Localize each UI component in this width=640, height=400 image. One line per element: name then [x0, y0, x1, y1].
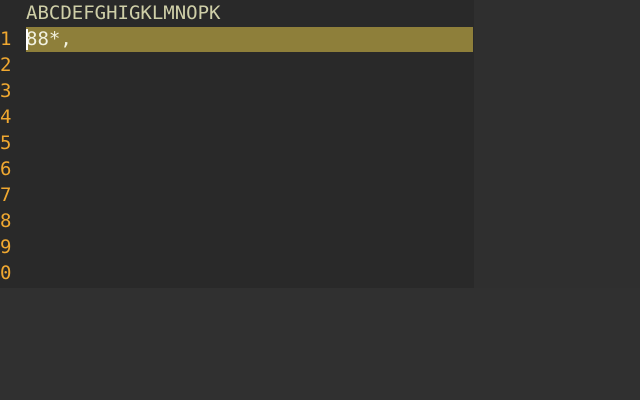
editor-row-1[interactable]: 1 88*, — [0, 26, 474, 52]
line-number: 2 — [0, 54, 12, 76]
line-text[interactable] — [26, 131, 473, 156]
line-number: 4 — [0, 106, 12, 128]
editor-row-2[interactable]: 2 — [0, 52, 474, 78]
line-number: 5 — [0, 132, 12, 154]
text-editor[interactable]: ABCDEFGHIGKLMNOPK 1 88*, 2 3 4 5 6 7 8 9… — [0, 0, 474, 288]
line-number: 0 — [0, 262, 12, 284]
editor-row-5[interactable]: 5 — [0, 130, 474, 156]
line-number: 1 — [0, 28, 12, 50]
line-text[interactable] — [26, 235, 473, 260]
editor-row-4[interactable]: 4 — [0, 104, 474, 130]
editor-row-7[interactable]: 7 — [0, 182, 474, 208]
line-number: 9 — [0, 236, 12, 258]
editor-row-8[interactable]: 8 — [0, 208, 474, 234]
column-header: ABCDEFGHIGKLMNOPK — [26, 2, 221, 24]
line-number: 8 — [0, 210, 12, 232]
line-text[interactable] — [26, 157, 473, 182]
line-text[interactable] — [26, 209, 473, 234]
editor-row-10[interactable]: 0 — [0, 260, 474, 286]
line-number: 7 — [0, 184, 12, 206]
line-text-selected[interactable]: 88*, — [26, 27, 473, 52]
line-text[interactable] — [26, 105, 473, 130]
line-text[interactable] — [26, 183, 473, 208]
line-text[interactable] — [26, 261, 473, 286]
bottom-area — [0, 288, 640, 400]
side-panel — [474, 0, 640, 288]
line-text[interactable] — [26, 53, 473, 78]
line-number: 3 — [0, 80, 12, 102]
line-number: 6 — [0, 158, 12, 180]
text-cursor — [26, 29, 28, 50]
app-window: ABCDEFGHIGKLMNOPK 1 88*, 2 3 4 5 6 7 8 9… — [0, 0, 640, 400]
editor-row-3[interactable]: 3 — [0, 78, 474, 104]
editor-row-6[interactable]: 6 — [0, 156, 474, 182]
editor-row-9[interactable]: 9 — [0, 234, 474, 260]
line-text[interactable] — [26, 79, 473, 104]
